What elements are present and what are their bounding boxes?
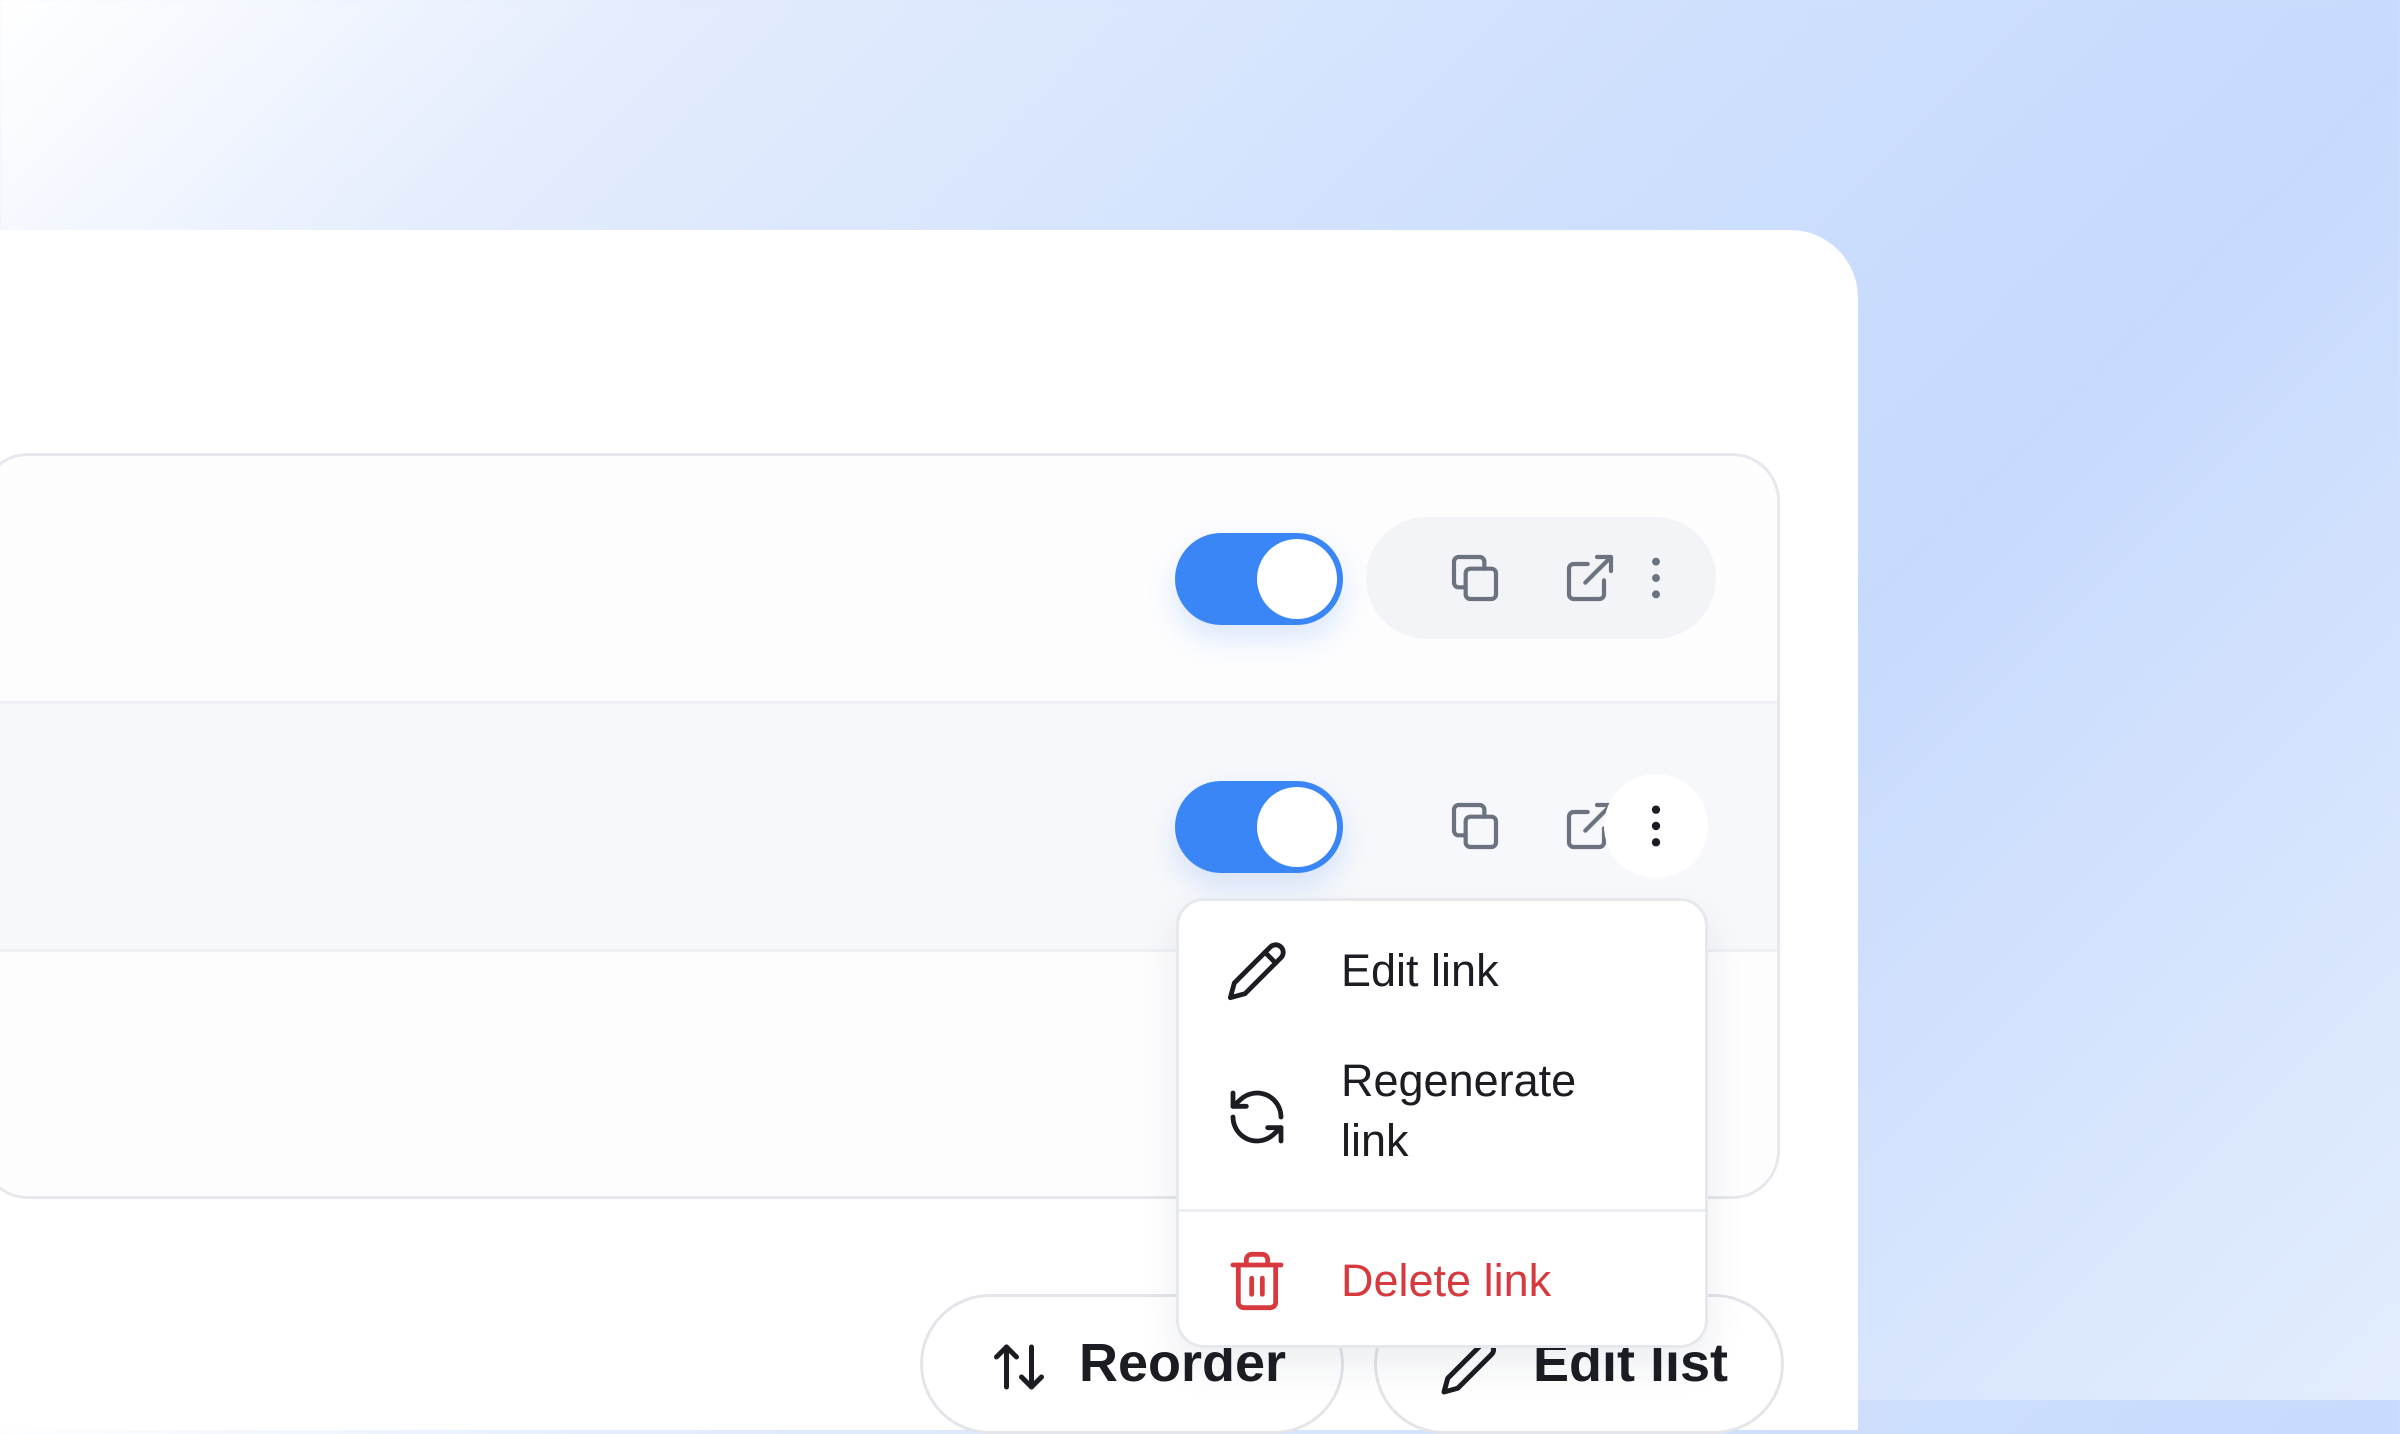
menu-item-regenerate-link[interactable]: Regenerate link: [1179, 1051, 1705, 1181]
more-vertical-icon: [1651, 805, 1661, 847]
link-enabled-toggle[interactable]: [1175, 533, 1343, 625]
toggle-knob: [1257, 539, 1337, 619]
trash-icon: [1230, 1251, 1284, 1311]
link-actions-group: [1366, 517, 1716, 639]
more-options-button[interactable]: [1604, 526, 1708, 630]
menu-item-edit-link[interactable]: Edit link: [1179, 931, 1705, 1011]
menu-item-label: link: [1341, 1115, 1409, 1166]
copy-icon: [1451, 554, 1499, 602]
copy-link-button[interactable]: [1423, 774, 1527, 878]
menu-item-label: Delete link: [1341, 1255, 1552, 1306]
sort-arrows-icon: [994, 1344, 1044, 1390]
copy-link-button[interactable]: [1423, 526, 1527, 630]
pencil-icon: [1227, 942, 1286, 1001]
menu-item-label: Regenerate: [1341, 1055, 1577, 1106]
menu-item-label: Edit link: [1341, 945, 1499, 996]
link-enabled-toggle[interactable]: [1175, 781, 1343, 873]
toggle-knob: [1257, 787, 1337, 867]
copy-icon: [1451, 802, 1499, 850]
link-context-menu: Edit link Regenerate link Delete link: [1176, 898, 1708, 1348]
link-actions-group: [1366, 765, 1716, 887]
menu-item-delete-link[interactable]: Delete link: [1179, 1241, 1705, 1321]
refresh-icon: [1230, 1090, 1284, 1144]
more-vertical-icon: [1652, 557, 1660, 599]
more-options-button[interactable]: [1604, 774, 1708, 878]
menu-divider: [1179, 1209, 1705, 1212]
